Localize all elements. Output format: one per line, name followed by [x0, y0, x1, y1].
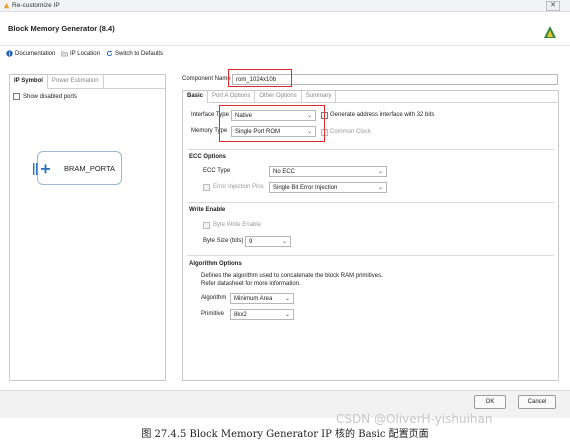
- ip-location-label: IP Location: [70, 50, 100, 57]
- left-tab-row: IP Symbol Power Estimation: [10, 75, 165, 89]
- window-titlebar: Re-customize IP ✕: [0, 0, 570, 12]
- ok-button[interactable]: OK: [474, 395, 506, 409]
- folder-icon: [61, 51, 68, 57]
- algorithm-label: Algorithm: [201, 295, 227, 301]
- algorithm-description-line2: Refer datasheet for more information.: [201, 281, 301, 287]
- tab-summary[interactable]: Summary: [302, 91, 337, 103]
- primitive-label: Primitive: [201, 311, 225, 317]
- chevron-down-icon: ⌄: [284, 296, 290, 302]
- tab-ip-symbol[interactable]: IP Symbol: [10, 75, 48, 89]
- bram-porta-symbol[interactable]: BRAM_PORTA: [33, 151, 122, 185]
- component-name-label: Component Name: [182, 76, 231, 82]
- show-disabled-ports-label: Show disabled ports: [23, 93, 78, 100]
- primitive-select[interactable]: 8kx2 ⌄: [230, 309, 294, 320]
- error-injection-label: Error Injection Pins: [213, 184, 264, 190]
- window-title: Re-customize IP: [12, 2, 60, 9]
- write-enable-heading: Write Enable: [189, 207, 226, 213]
- divider: [187, 255, 554, 256]
- bram-porta-label: BRAM_PORTA: [64, 164, 115, 173]
- byte-size-value: 9: [249, 239, 253, 245]
- port-expand-icon: [33, 163, 50, 175]
- app-icon: [3, 2, 10, 9]
- info-icon: [6, 50, 13, 57]
- byte-write-enable-checkbox[interactable]: [203, 222, 210, 229]
- chevron-down-icon: ⌄: [377, 169, 383, 175]
- chevron-down-icon: ⌄: [377, 185, 383, 191]
- byte-write-enable-label: Byte Write Enable: [213, 222, 261, 228]
- basic-tab-container: Basic Port A Options Other Options Summa…: [182, 90, 559, 381]
- switch-defaults-label: Switch to Defaults: [115, 50, 164, 57]
- error-injection-value: Single Bit Error Injection: [273, 185, 338, 191]
- refresh-icon: [106, 50, 113, 57]
- tab-basic[interactable]: Basic: [183, 91, 209, 103]
- tab-port-a-options[interactable]: Port A Options: [208, 91, 256, 103]
- byte-size-label: Byte Size (bits): [203, 238, 244, 244]
- close-button[interactable]: ✕: [546, 1, 560, 11]
- interface-memory-highlight: [219, 105, 325, 142]
- toolbar: Documentation IP Location Switch to Defa…: [0, 46, 570, 62]
- cancel-button[interactable]: Cancel: [518, 395, 556, 409]
- generate-address-label: Generate address interface with 32 bits: [330, 112, 435, 118]
- tab-other-options[interactable]: Other Options: [255, 91, 302, 103]
- error-injection-select[interactable]: Single Bit Error Injection ⌄: [269, 182, 387, 193]
- chevron-down-icon: ⌄: [281, 239, 287, 245]
- ip-location-link[interactable]: IP Location: [61, 50, 100, 57]
- ecc-options-heading: ECC Options: [189, 154, 226, 160]
- documentation-link[interactable]: Documentation: [6, 50, 55, 57]
- show-disabled-ports-checkbox[interactable]: [13, 93, 20, 100]
- ip-symbol-panel: IP Symbol Power Estimation Show disabled…: [9, 74, 166, 381]
- ecc-type-select[interactable]: No ECC ⌄: [269, 166, 387, 177]
- xilinx-logo-icon: [544, 26, 556, 38]
- tab-power-estimation[interactable]: Power Estimation: [48, 75, 104, 89]
- algorithm-value: Minimum Area: [234, 296, 273, 302]
- primitive-value: 8kx2: [234, 312, 247, 318]
- divider: [187, 202, 554, 203]
- byte-size-select[interactable]: 9 ⌄: [245, 236, 291, 247]
- algorithm-select[interactable]: Minimum Area ⌄: [230, 293, 294, 304]
- config-tab-row: Basic Port A Options Other Options Summa…: [183, 91, 558, 103]
- switch-defaults-link[interactable]: Switch to Defaults: [106, 50, 163, 57]
- divider: [187, 149, 554, 150]
- ecc-type-value: No ECC: [273, 169, 296, 175]
- component-name-highlight: [228, 69, 292, 87]
- chevron-down-icon: ⌄: [284, 312, 290, 318]
- ecc-type-label: ECC Type: [203, 168, 231, 174]
- csdn-watermark: CSDN @OliverH-yishuihan: [336, 412, 493, 426]
- algorithm-description-line1: Defines the algorithm used to concatenat…: [201, 273, 383, 279]
- common-clock-label: Common Clock: [330, 129, 372, 135]
- show-disabled-ports-row: Show disabled ports: [13, 93, 77, 100]
- algorithm-options-heading: Algorithm Options: [189, 261, 242, 267]
- configuration-panel: Component Name rom_1024x10b Basic Port A…: [176, 67, 560, 381]
- figure-caption: 图 27.4.5 Block Memory Generator IP 核的 Ba…: [141, 429, 429, 440]
- error-injection-checkbox[interactable]: [203, 184, 210, 191]
- documentation-label: Documentation: [15, 50, 56, 57]
- dialog-header: Block Memory Generator (8.4): [0, 12, 570, 46]
- dialog-title: Block Memory Generator (8.4): [8, 24, 115, 33]
